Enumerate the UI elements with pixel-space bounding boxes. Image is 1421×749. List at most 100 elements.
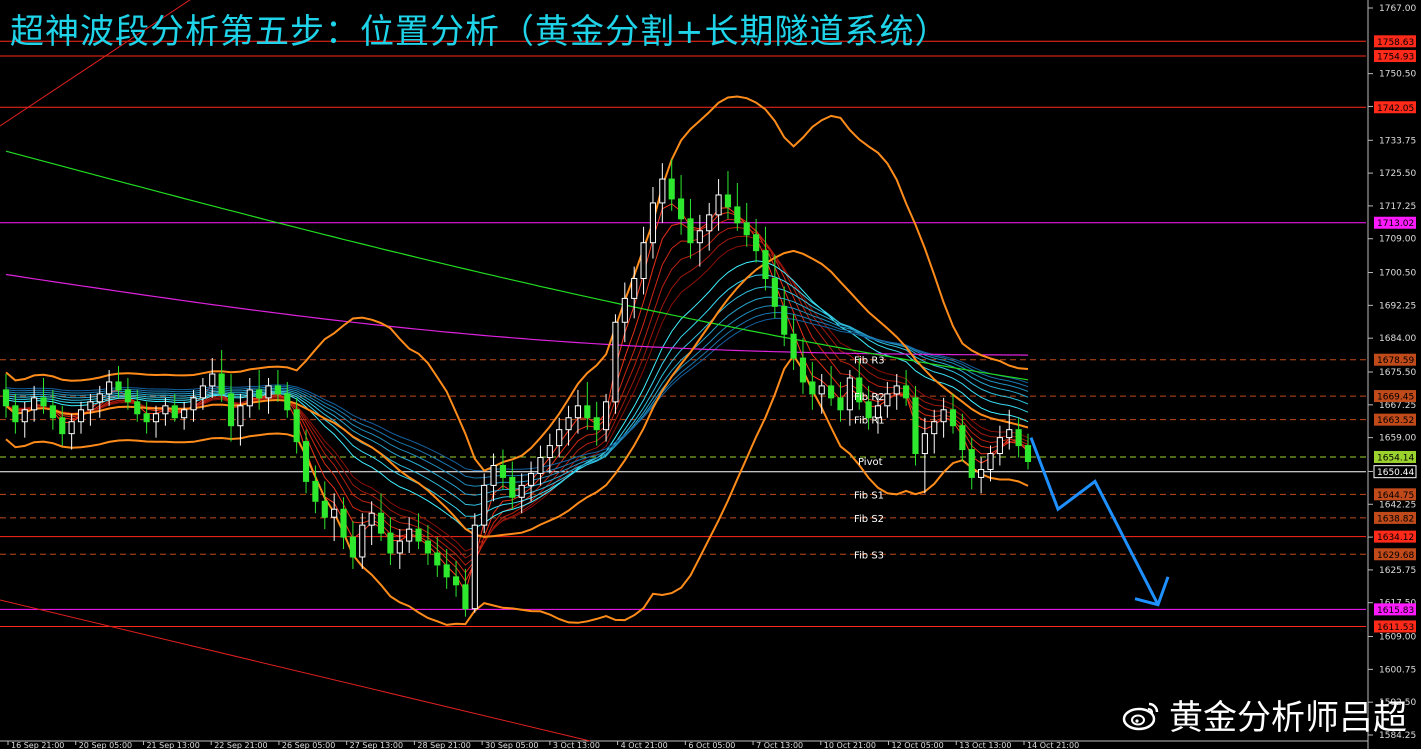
candle-body (509, 476, 516, 498)
x-tick-label: 14 Oct 21:00 (1027, 741, 1079, 749)
candle-body (87, 401, 94, 411)
fib-label: Fib R2 (854, 392, 885, 403)
candle-body (321, 500, 328, 518)
watermark-text: 黄金分析师吕超 (1169, 698, 1407, 738)
candle-body (490, 464, 497, 486)
x-tick-label: 6 Oct 05:00 (688, 741, 735, 749)
y-tick-label: 1609.00 (1379, 633, 1416, 643)
price-tag-label: 1615.83 (1377, 606, 1414, 616)
price-tag-label: 1634.12 (1377, 533, 1414, 543)
fib-label: Fib R1 (854, 416, 885, 427)
candle-body (837, 397, 844, 411)
y-tick-label: 1642.25 (1379, 500, 1416, 510)
candle-body (77, 409, 85, 423)
candle-body (406, 528, 413, 542)
x-tick-label: 4 Oct 21:00 (621, 741, 668, 749)
candle-body (40, 397, 47, 407)
candle-body (884, 393, 891, 407)
candle-body (696, 230, 703, 244)
y-tick-label: 1709.00 (1379, 235, 1416, 245)
candle-body (556, 429, 563, 447)
candle-body (602, 401, 610, 431)
price-tag-label: 1742.05 (1377, 104, 1414, 114)
price-tag-label: 1669.45 (1377, 393, 1414, 403)
candle-body (434, 552, 441, 566)
candle-body (443, 564, 450, 578)
candle-body (471, 524, 478, 610)
candle-body (293, 409, 300, 443)
candle-body (706, 214, 713, 232)
candle-body (687, 218, 694, 244)
candle-body (68, 421, 75, 435)
candle-body (452, 576, 460, 586)
candle-body (846, 377, 853, 411)
fib-label: Pivot (858, 457, 883, 468)
candle-body (49, 405, 56, 419)
candle-body (12, 405, 19, 423)
candle-body (209, 373, 216, 387)
candle-body (481, 484, 488, 526)
price-tag-label: 1638.82 (1377, 514, 1414, 524)
watermark: 黄金分析师吕超 (1121, 690, 1407, 739)
candle-body (968, 449, 975, 478)
x-tick-label: 12 Oct 05:00 (892, 741, 944, 749)
candle-body (978, 468, 985, 478)
candle-body (59, 417, 66, 435)
candle-body (912, 397, 919, 455)
candle-body (518, 484, 525, 498)
candle-body (227, 393, 235, 427)
x-tick-label: 22 Sep 21:00 (214, 741, 267, 749)
candle-body (115, 381, 122, 391)
candle-body (349, 536, 356, 558)
candle-body (134, 401, 141, 415)
candle-body (424, 540, 432, 554)
x-tick-label: 13 Oct 13:00 (959, 741, 1011, 749)
candle-body (678, 198, 685, 220)
fib-label: Fib S1 (854, 490, 884, 501)
weibo-icon (1122, 702, 1159, 730)
candle-body (818, 385, 825, 395)
fib-label: Fib S3 (854, 550, 884, 561)
candle-body (809, 381, 816, 395)
candle-body (987, 453, 994, 470)
candle-body (903, 385, 910, 399)
candle-body (106, 381, 113, 395)
candle-body (190, 397, 197, 411)
price-tag-label: 1611.53 (1377, 623, 1414, 633)
candle-body (1006, 429, 1013, 439)
y-tick-label: 1733.75 (1379, 136, 1416, 146)
candle-body (199, 385, 206, 399)
candle-body (312, 480, 319, 502)
candle-body (31, 397, 38, 411)
candle-body (96, 393, 103, 403)
candle-body (124, 389, 131, 403)
candle-body (762, 250, 769, 280)
candle-body (1015, 429, 1022, 447)
fib-label: Fib R3 (854, 356, 885, 367)
candle-body (274, 385, 281, 395)
y-tick-label: 1725.50 (1379, 169, 1416, 179)
y-tick-label: 1700.50 (1379, 269, 1416, 279)
candle-body (931, 421, 938, 435)
price-tag-label: 1663.52 (1377, 416, 1414, 426)
candle-body (396, 540, 403, 554)
candle-body (527, 472, 535, 486)
y-tick-label: 1750.50 (1379, 70, 1416, 80)
candle-body (387, 532, 394, 554)
candle-body (284, 393, 291, 411)
candle-body (959, 425, 966, 451)
price-tag-label: 1754.93 (1377, 53, 1414, 63)
x-tick-label: 20 Sep 05:00 (79, 741, 132, 749)
price-tag-label: 1644.75 (1377, 491, 1414, 501)
x-tick-label: 10 Oct 21:00 (824, 741, 876, 749)
candle-body (162, 405, 169, 415)
candle-body (781, 305, 788, 335)
candle-body (265, 385, 272, 399)
candle-body (1024, 445, 1032, 463)
candle-body (368, 512, 375, 526)
candle-body (612, 321, 619, 403)
price-tag-label: 1654.14 (1377, 453, 1414, 463)
candle-body (640, 242, 647, 280)
price-tag-label: 1678.59 (1377, 356, 1414, 366)
y-tick-label: 1625.75 (1379, 566, 1416, 576)
